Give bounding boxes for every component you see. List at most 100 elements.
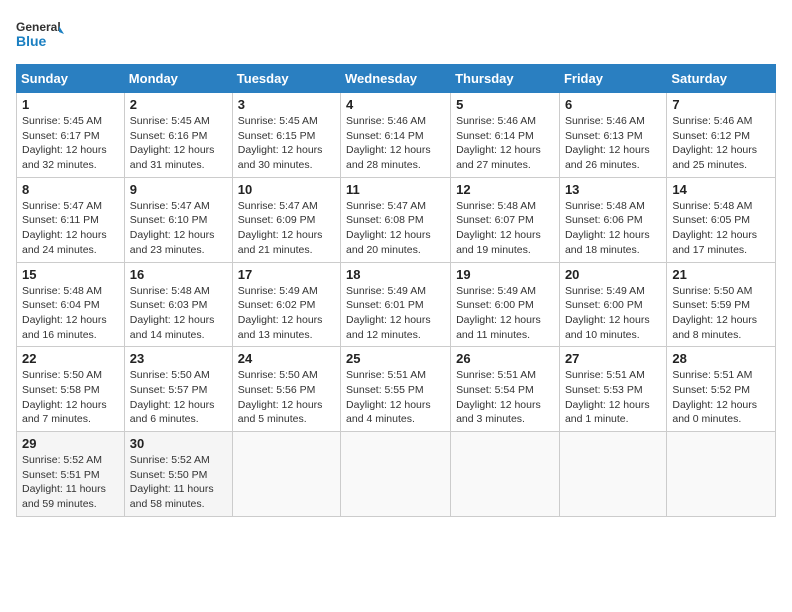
calendar-cell-day-22: 22 Sunrise: 5:50 AMSunset: 5:58 PMDaylig… [17, 347, 125, 432]
day-info: Sunrise: 5:48 AMSunset: 6:04 PMDaylight:… [22, 284, 119, 343]
day-info: Sunrise: 5:47 AMSunset: 6:11 PMDaylight:… [22, 199, 119, 258]
day-number: 13 [565, 182, 661, 197]
day-info: Sunrise: 5:51 AMSunset: 5:53 PMDaylight:… [565, 368, 661, 427]
day-info: Sunrise: 5:51 AMSunset: 5:55 PMDaylight:… [346, 368, 445, 427]
day-info: Sunrise: 5:47 AMSunset: 6:09 PMDaylight:… [238, 199, 335, 258]
calendar-cell-day-29: 29 Sunrise: 5:52 AMSunset: 5:51 PMDaylig… [17, 432, 125, 517]
calendar-cell-empty [451, 432, 560, 517]
page-header: General Blue [16, 16, 776, 58]
calendar-cell-day-10: 10 Sunrise: 5:47 AMSunset: 6:09 PMDaylig… [232, 177, 340, 262]
calendar-cell-day-24: 24 Sunrise: 5:50 AMSunset: 5:56 PMDaylig… [232, 347, 340, 432]
weekday-tuesday: Tuesday [232, 65, 340, 93]
calendar-cell-day-16: 16 Sunrise: 5:48 AMSunset: 6:03 PMDaylig… [124, 262, 232, 347]
calendar-cell-empty [667, 432, 776, 517]
day-info: Sunrise: 5:49 AMSunset: 6:01 PMDaylight:… [346, 284, 445, 343]
calendar-cell-day-30: 30 Sunrise: 5:52 AMSunset: 5:50 PMDaylig… [124, 432, 232, 517]
calendar-cell-day-20: 20 Sunrise: 5:49 AMSunset: 6:00 PMDaylig… [559, 262, 666, 347]
calendar-cell-empty [232, 432, 340, 517]
day-number: 25 [346, 351, 445, 366]
day-number: 23 [130, 351, 227, 366]
day-info: Sunrise: 5:50 AMSunset: 5:59 PMDaylight:… [672, 284, 770, 343]
calendar-cell-day-12: 12 Sunrise: 5:48 AMSunset: 6:07 PMDaylig… [451, 177, 560, 262]
calendar-cell-day-8: 8 Sunrise: 5:47 AMSunset: 6:11 PMDayligh… [17, 177, 125, 262]
day-info: Sunrise: 5:52 AMSunset: 5:50 PMDaylight:… [130, 453, 227, 512]
day-info: Sunrise: 5:49 AMSunset: 6:00 PMDaylight:… [565, 284, 661, 343]
day-info: Sunrise: 5:50 AMSunset: 5:58 PMDaylight:… [22, 368, 119, 427]
day-number: 6 [565, 97, 661, 112]
calendar-cell-day-19: 19 Sunrise: 5:49 AMSunset: 6:00 PMDaylig… [451, 262, 560, 347]
calendar-cell-day-1: 1 Sunrise: 5:45 AMSunset: 6:17 PMDayligh… [17, 93, 125, 178]
day-number: 14 [672, 182, 770, 197]
calendar-cell-day-26: 26 Sunrise: 5:51 AMSunset: 5:54 PMDaylig… [451, 347, 560, 432]
calendar-cell-empty [559, 432, 666, 517]
day-number: 22 [22, 351, 119, 366]
day-number: 9 [130, 182, 227, 197]
day-info: Sunrise: 5:46 AMSunset: 6:14 PMDaylight:… [346, 114, 445, 173]
weekday-thursday: Thursday [451, 65, 560, 93]
weekday-saturday: Saturday [667, 65, 776, 93]
calendar-cell-day-2: 2 Sunrise: 5:45 AMSunset: 6:16 PMDayligh… [124, 93, 232, 178]
calendar-cell-day-11: 11 Sunrise: 5:47 AMSunset: 6:08 PMDaylig… [341, 177, 451, 262]
day-number: 19 [456, 267, 554, 282]
calendar-cell-empty [341, 432, 451, 517]
day-number: 10 [238, 182, 335, 197]
day-number: 11 [346, 182, 445, 197]
logo-svg: General Blue [16, 16, 64, 58]
day-number: 7 [672, 97, 770, 112]
day-number: 2 [130, 97, 227, 112]
day-number: 4 [346, 97, 445, 112]
day-info: Sunrise: 5:51 AMSunset: 5:54 PMDaylight:… [456, 368, 554, 427]
day-info: Sunrise: 5:52 AMSunset: 5:51 PMDaylight:… [22, 453, 119, 512]
day-number: 29 [22, 436, 119, 451]
day-info: Sunrise: 5:48 AMSunset: 6:07 PMDaylight:… [456, 199, 554, 258]
calendar-cell-day-25: 25 Sunrise: 5:51 AMSunset: 5:55 PMDaylig… [341, 347, 451, 432]
day-info: Sunrise: 5:51 AMSunset: 5:52 PMDaylight:… [672, 368, 770, 427]
calendar-cell-day-15: 15 Sunrise: 5:48 AMSunset: 6:04 PMDaylig… [17, 262, 125, 347]
day-info: Sunrise: 5:50 AMSunset: 5:57 PMDaylight:… [130, 368, 227, 427]
day-info: Sunrise: 5:45 AMSunset: 6:15 PMDaylight:… [238, 114, 335, 173]
svg-text:General: General [16, 20, 61, 34]
day-info: Sunrise: 5:50 AMSunset: 5:56 PMDaylight:… [238, 368, 335, 427]
day-info: Sunrise: 5:45 AMSunset: 6:16 PMDaylight:… [130, 114, 227, 173]
calendar-cell-day-17: 17 Sunrise: 5:49 AMSunset: 6:02 PMDaylig… [232, 262, 340, 347]
day-number: 27 [565, 351, 661, 366]
day-number: 16 [130, 267, 227, 282]
calendar-row: 22 Sunrise: 5:50 AMSunset: 5:58 PMDaylig… [17, 347, 776, 432]
day-info: Sunrise: 5:49 AMSunset: 6:00 PMDaylight:… [456, 284, 554, 343]
calendar-cell-day-6: 6 Sunrise: 5:46 AMSunset: 6:13 PMDayligh… [559, 93, 666, 178]
calendar-cell-day-14: 14 Sunrise: 5:48 AMSunset: 6:05 PMDaylig… [667, 177, 776, 262]
calendar-cell-day-21: 21 Sunrise: 5:50 AMSunset: 5:59 PMDaylig… [667, 262, 776, 347]
calendar-table: SundayMondayTuesdayWednesdayThursdayFrid… [16, 64, 776, 517]
day-number: 20 [565, 267, 661, 282]
weekday-header-row: SundayMondayTuesdayWednesdayThursdayFrid… [17, 65, 776, 93]
calendar-cell-day-27: 27 Sunrise: 5:51 AMSunset: 5:53 PMDaylig… [559, 347, 666, 432]
day-number: 17 [238, 267, 335, 282]
day-info: Sunrise: 5:47 AMSunset: 6:08 PMDaylight:… [346, 199, 445, 258]
calendar-row: 1 Sunrise: 5:45 AMSunset: 6:17 PMDayligh… [17, 93, 776, 178]
day-info: Sunrise: 5:48 AMSunset: 6:06 PMDaylight:… [565, 199, 661, 258]
calendar-cell-day-5: 5 Sunrise: 5:46 AMSunset: 6:14 PMDayligh… [451, 93, 560, 178]
calendar-cell-day-9: 9 Sunrise: 5:47 AMSunset: 6:10 PMDayligh… [124, 177, 232, 262]
day-info: Sunrise: 5:49 AMSunset: 6:02 PMDaylight:… [238, 284, 335, 343]
day-number: 12 [456, 182, 554, 197]
weekday-monday: Monday [124, 65, 232, 93]
day-number: 28 [672, 351, 770, 366]
calendar-row: 8 Sunrise: 5:47 AMSunset: 6:11 PMDayligh… [17, 177, 776, 262]
day-number: 5 [456, 97, 554, 112]
day-number: 26 [456, 351, 554, 366]
day-number: 3 [238, 97, 335, 112]
weekday-sunday: Sunday [17, 65, 125, 93]
day-info: Sunrise: 5:48 AMSunset: 6:03 PMDaylight:… [130, 284, 227, 343]
calendar-cell-day-4: 4 Sunrise: 5:46 AMSunset: 6:14 PMDayligh… [341, 93, 451, 178]
calendar-cell-day-23: 23 Sunrise: 5:50 AMSunset: 5:57 PMDaylig… [124, 347, 232, 432]
calendar-row: 15 Sunrise: 5:48 AMSunset: 6:04 PMDaylig… [17, 262, 776, 347]
weekday-friday: Friday [559, 65, 666, 93]
day-number: 15 [22, 267, 119, 282]
calendar-cell-day-28: 28 Sunrise: 5:51 AMSunset: 5:52 PMDaylig… [667, 347, 776, 432]
day-info: Sunrise: 5:46 AMSunset: 6:14 PMDaylight:… [456, 114, 554, 173]
day-info: Sunrise: 5:45 AMSunset: 6:17 PMDaylight:… [22, 114, 119, 173]
day-info: Sunrise: 5:48 AMSunset: 6:05 PMDaylight:… [672, 199, 770, 258]
calendar-cell-day-13: 13 Sunrise: 5:48 AMSunset: 6:06 PMDaylig… [559, 177, 666, 262]
weekday-wednesday: Wednesday [341, 65, 451, 93]
calendar-cell-day-7: 7 Sunrise: 5:46 AMSunset: 6:12 PMDayligh… [667, 93, 776, 178]
